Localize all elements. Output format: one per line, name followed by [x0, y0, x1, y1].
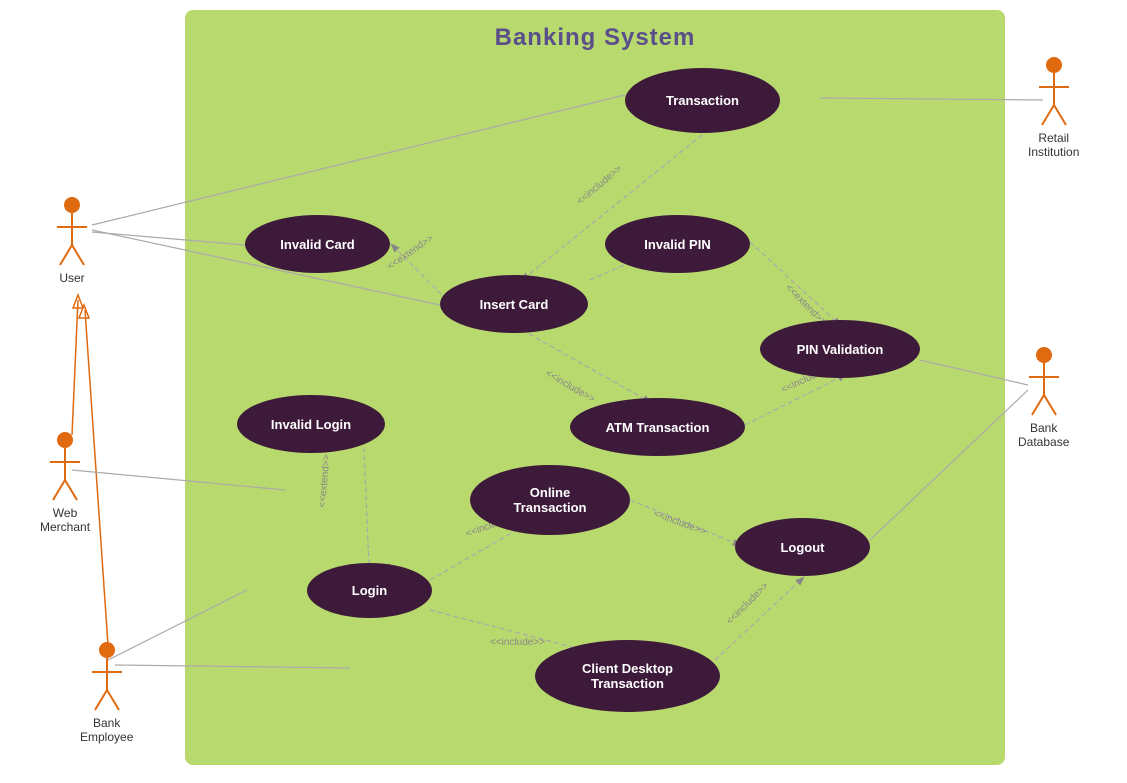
- use-case-transaction[interactable]: Transaction: [625, 68, 780, 133]
- actor-retail-institution: RetailInstitution: [1028, 55, 1079, 159]
- diagram-title: Banking System: [185, 10, 1005, 52]
- svg-text:<<include>>: <<include>>: [724, 580, 771, 627]
- use-case-pin-validation[interactable]: PIN Validation: [760, 320, 920, 378]
- use-case-logout[interactable]: Logout: [735, 518, 870, 576]
- svg-text:<<include>>: <<include>>: [490, 637, 545, 648]
- actor-web-merchant: WebMerchant: [40, 430, 90, 534]
- actor-user-label: User: [59, 271, 84, 285]
- diagram-container: Banking System <<include>> <<extend>> <<…: [185, 10, 1005, 765]
- use-case-online-transaction[interactable]: Online Transaction: [470, 465, 630, 535]
- use-case-invalid-pin[interactable]: Invalid PIN: [605, 215, 750, 273]
- use-case-invalid-login[interactable]: Invalid Login: [237, 395, 385, 453]
- svg-text:<<include>>: <<include>>: [544, 368, 597, 405]
- use-case-client-desktop-transaction[interactable]: Client Desktop Transaction: [535, 640, 720, 712]
- actor-bank-database-label: BankDatabase: [1018, 421, 1069, 449]
- svg-text:<<extend>>: <<extend>>: [385, 233, 435, 273]
- actor-user: User: [52, 195, 92, 285]
- svg-text:<<include>>: <<include>>: [575, 163, 624, 207]
- actor-retail-institution-label: RetailInstitution: [1028, 131, 1079, 159]
- actor-bank-database: BankDatabase: [1018, 345, 1069, 449]
- use-case-insert-card[interactable]: Insert Card: [440, 275, 588, 333]
- svg-text:<<include>>: <<include>>: [652, 508, 708, 537]
- actor-bank-employee-label: BankEmployee: [80, 716, 133, 744]
- use-case-atm-transaction[interactable]: ATM Transaction: [570, 398, 745, 456]
- svg-text:<<extend>>: <<extend>>: [317, 454, 333, 508]
- use-case-login[interactable]: Login: [307, 563, 432, 618]
- actor-web-merchant-label: WebMerchant: [40, 506, 90, 534]
- actor-bank-employee: BankEmployee: [80, 640, 133, 744]
- use-case-invalid-card[interactable]: Invalid Card: [245, 215, 390, 273]
